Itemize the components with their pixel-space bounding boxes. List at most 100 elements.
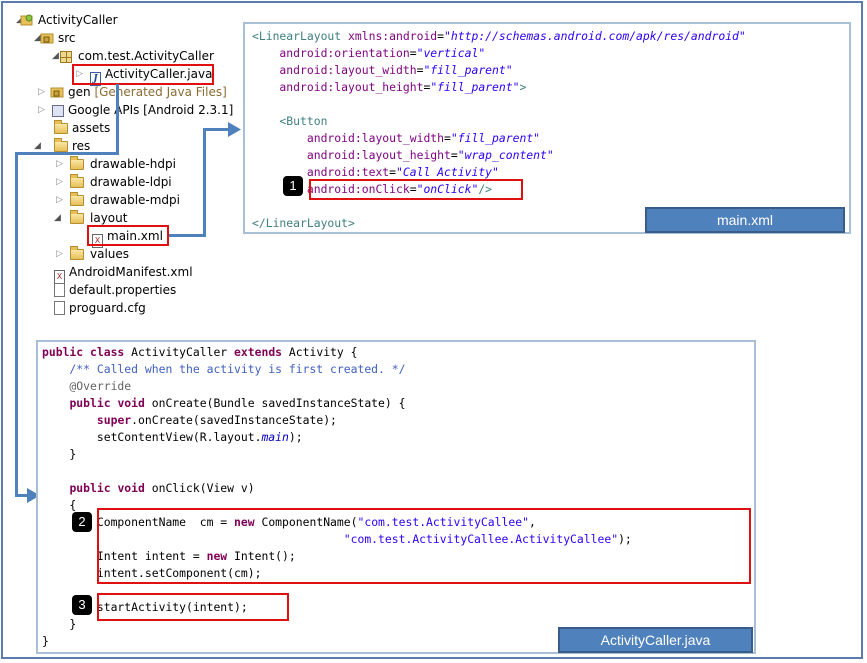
code-token: "fill_parent" [430,80,520,94]
tree-node-label: assets [72,121,111,135]
folder-icon [54,138,68,152]
code-line: public void onClick(View v) [42,480,255,497]
code-token: android:layout_width [252,63,417,77]
tree-node-label: src [58,31,76,45]
code-line: @Override [42,378,131,395]
code-token: <LinearLayout [252,29,349,43]
tree-node-drawable-ldpi[interactable]: ▷ drawable-ldpi [56,173,172,191]
tree-node-assets[interactable]: assets [54,119,110,137]
highlight-main-xml [87,225,169,246]
highlight-onclick-attr [309,179,523,200]
code-token: <Button [252,114,328,128]
code-line: </LinearLayout> [252,215,355,232]
code-token: xmlns:android [348,29,438,43]
tree-node-drawable-mdpi[interactable]: ▷ drawable-mdpi [56,191,180,209]
code-token: main [261,430,289,444]
code-token: = [437,29,445,43]
code-line: super.onCreate(savedInstanceState); [42,412,337,429]
code-token: "vertical" [416,46,486,60]
text-file-icon [54,283,65,297]
code-token: public class [42,345,132,359]
collapsed-arrow-icon[interactable]: ▷ [38,83,45,101]
tree-node-default-properties[interactable]: default.properties [54,281,176,299]
code-line: } [42,633,49,650]
connector-line [15,152,18,496]
code-token: onClick(View v) [151,481,255,495]
code-line: } [42,446,76,463]
tree-node-label: AndroidManifest.xml [69,265,193,279]
tree-node-label: Google APIs [Android 2.3.1] [68,103,234,117]
tree-node-label: drawable-hdpi [90,157,176,171]
code-token: android:layout_height [252,148,451,162]
code-line: android:orientation="vertical" [252,45,485,62]
code-token: setContentView(R.layout. [42,430,262,444]
code-token: = [450,148,458,162]
code-line: } [42,616,76,633]
code-token: "fill_parent" [450,131,541,145]
tree-node-src[interactable]: ◢ src [34,29,76,47]
open-folder-icon [70,210,84,224]
tree-node-package[interactable]: ◢ com.test.ActivityCaller [52,47,214,65]
tree-node-gen[interactable]: ▷ gen [Generated Java Files] [38,83,227,101]
code-line: /** Called when the activity is first cr… [42,361,405,378]
package-icon [60,51,72,63]
code-token: = [389,165,397,179]
collapsed-arrow-icon[interactable]: ▷ [38,101,45,119]
code-token: = [409,46,417,60]
expanded-arrow-icon[interactable]: ◢ [52,47,59,65]
connector-line [169,234,205,237]
folder-icon [70,174,84,188]
code-token: /** Called when the activity is first cr… [42,362,406,376]
arrow-head-icon [228,122,241,137]
code-line: setContentView(R.layout.main); [42,429,303,446]
expanded-arrow-icon[interactable]: ◢ [54,209,61,227]
tree-node-label: values [90,247,130,261]
code-token: onCreate(Bundle savedInstanceState) { [151,396,406,410]
connector-line [15,152,119,155]
folder-icon [70,246,84,260]
tree-node-proguard[interactable]: proguard.cfg [54,299,146,317]
collapsed-arrow-icon[interactable]: ▷ [56,245,63,263]
tree-node-androidmanifest[interactable]: X AndroidManifest.xml [54,263,193,284]
code-token: } [42,634,49,648]
highlight-start-activity [97,593,289,621]
tree-node-label: default.properties [69,283,177,297]
collapsed-arrow-icon[interactable]: ▷ [56,155,63,173]
connector-line [203,128,231,131]
code-token: { [42,498,77,512]
code-line: { [42,497,76,514]
tree-node-decoration: [Generated Java Files] [94,85,227,99]
code-token: Activity { [288,345,358,359]
folder-icon [70,156,84,170]
code-token: public void [69,481,152,495]
code-token: android:text [252,165,390,179]
code-token: > [519,80,527,94]
source-folder-icon [50,85,64,99]
code-token: public void [69,396,152,410]
collapsed-arrow-icon[interactable]: ▷ [56,191,63,209]
tree-node-drawable-hdpi[interactable]: ▷ drawable-hdpi [56,155,176,173]
text-file-icon [54,301,65,315]
tree-node-google-apis[interactable]: ▷ Google APIs [Android 2.3.1] [38,101,233,119]
callout-number-3: 3 [72,595,92,615]
tree-node-values[interactable]: ▷ values [56,245,129,263]
connector-line [116,84,119,154]
code-line: android:layout_width="fill_parent" [252,62,512,79]
android-project-icon [20,13,34,27]
library-icon [52,105,64,117]
code-token: ); [288,430,303,444]
folder-icon [70,192,84,206]
code-token: .onCreate(savedInstanceState); [131,413,337,427]
code-token: android:orientation [252,46,410,60]
tree-node-project[interactable]: ◢ ActivityCaller [16,11,118,29]
connector-line [203,128,206,237]
tree-node-label: gen [68,85,91,99]
collapsed-arrow-icon[interactable]: ▷ [56,173,63,191]
highlight-component-block [97,508,751,584]
code-line: public void onCreate(Bundle savedInstanc… [42,395,405,412]
callout-number-1: 1 [283,176,303,196]
tree-node-label: com.test.ActivityCaller [78,49,214,63]
code-token: "http://schemas.android.com/apk/res/andr… [444,29,746,43]
